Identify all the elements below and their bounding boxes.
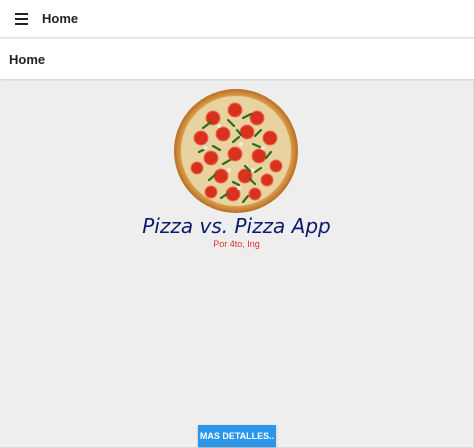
app-title: Pizza vs. Pizza App (142, 214, 331, 238)
top-app-bar: Home (0, 0, 474, 38)
app-subtitle: Por 4to, Ing (213, 239, 260, 249)
pizza-image (174, 89, 298, 213)
hamburger-menu-icon[interactable] (6, 7, 36, 31)
main-content: Pizza vs. Pizza App Por 4to, Ing MAS DET… (0, 81, 473, 447)
app-bar-title: Home (42, 11, 79, 26)
page-title: Home (9, 51, 46, 67)
app-window: Home Home Pizza vs. Pizza App Por 4to, I… (0, 0, 474, 448)
more-details-button[interactable]: MAS DETALLES.. (198, 425, 276, 447)
page-header: Home (0, 39, 474, 80)
